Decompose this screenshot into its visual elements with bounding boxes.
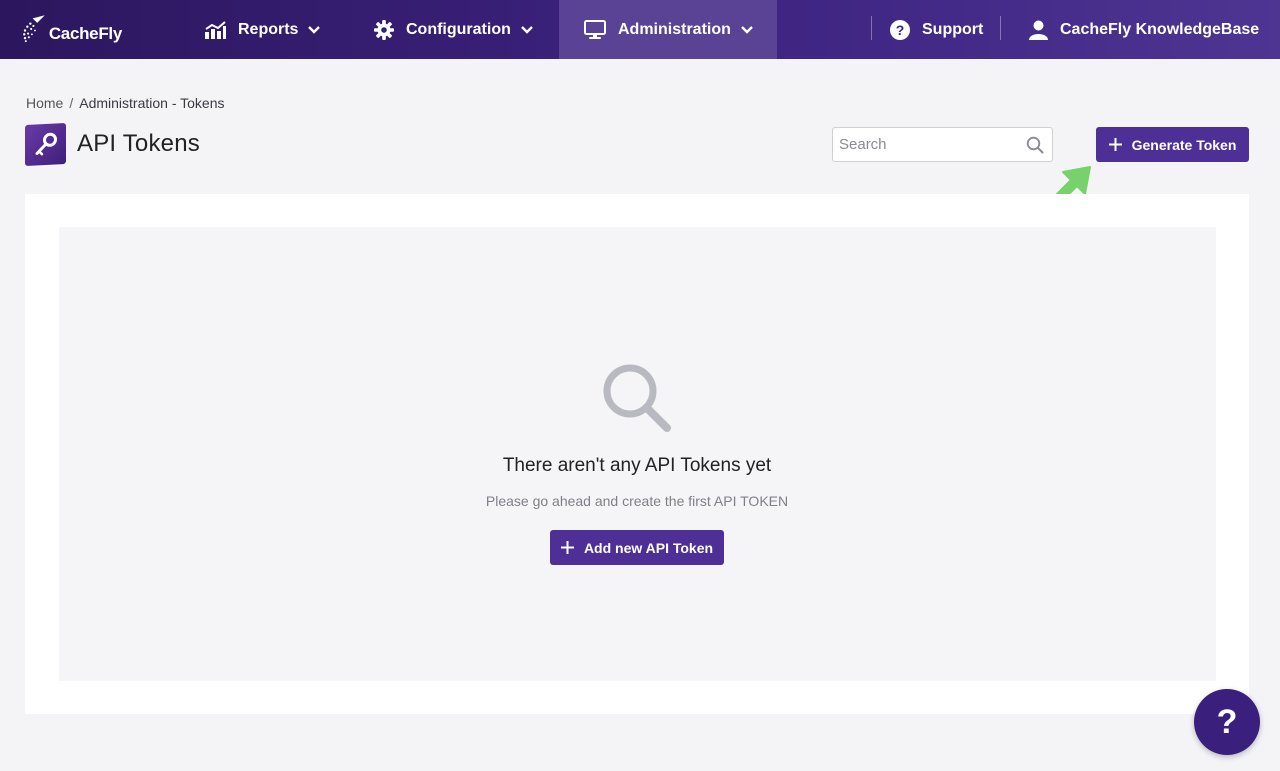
breadcrumb-home[interactable]: Home xyxy=(26,95,63,111)
search-input[interactable] xyxy=(833,129,1013,160)
plus-icon xyxy=(560,541,574,554)
plus-icon xyxy=(1108,138,1122,151)
nav-reports-label: Reports xyxy=(238,20,299,38)
chevron-down-icon xyxy=(741,25,753,34)
nav-configuration-label: Configuration xyxy=(406,20,511,38)
breadcrumb: Home / Administration - Tokens xyxy=(26,95,225,111)
nav-user-label: CacheFly KnowledgeBase xyxy=(1060,20,1260,38)
nav-divider xyxy=(871,16,872,40)
question-circle-icon: ? xyxy=(890,19,910,40)
cachefly-logo-icon xyxy=(23,15,45,43)
user-icon xyxy=(1029,20,1048,40)
search-icon[interactable] xyxy=(1026,136,1044,154)
chevron-down-icon xyxy=(308,25,321,34)
top-navigation: CacheFly Reports Configuration Administr… xyxy=(0,0,1280,59)
key-icon xyxy=(25,122,66,167)
help-button-label: ? xyxy=(1216,702,1238,741)
magnifier-icon xyxy=(600,362,674,441)
nav-administration-label: Administration xyxy=(618,20,731,38)
empty-state-panel xyxy=(59,227,1216,681)
add-api-token-button[interactable]: Add new API Token xyxy=(550,530,724,565)
nav-configuration[interactable]: Configuration xyxy=(374,0,533,59)
add-api-token-label: Add new API Token xyxy=(583,539,714,556)
empty-state-subtitle: Please go ahead and create the first API… xyxy=(485,493,789,509)
nav-support[interactable]: ? Support xyxy=(890,0,983,59)
empty-state-title: There aren't any API Tokens yet xyxy=(502,455,772,476)
nav-support-label: Support xyxy=(922,20,984,38)
search-box xyxy=(832,127,1053,162)
logo-text: CacheFly xyxy=(48,24,122,43)
gear-icon xyxy=(374,19,394,40)
chart-icon xyxy=(204,20,226,39)
page-title: API Tokens xyxy=(77,130,200,157)
svg-text:?: ? xyxy=(896,22,905,38)
breadcrumb-current: Administration - Tokens xyxy=(79,95,225,111)
nav-divider xyxy=(1000,16,1001,40)
breadcrumb-separator: / xyxy=(69,95,74,111)
chevron-down-icon xyxy=(521,25,533,34)
help-button[interactable]: ? xyxy=(1194,689,1260,755)
cachefly-logo[interactable]: CacheFly xyxy=(22,8,122,50)
generate-token-button[interactable]: Generate Token xyxy=(1096,127,1249,162)
nav-administration[interactable]: Administration xyxy=(559,0,777,59)
generate-token-label: Generate Token xyxy=(1131,136,1237,153)
nav-user-account[interactable]: CacheFly KnowledgeBase xyxy=(1029,0,1259,59)
monitor-icon xyxy=(584,19,606,40)
nav-reports[interactable]: Reports xyxy=(204,0,321,59)
